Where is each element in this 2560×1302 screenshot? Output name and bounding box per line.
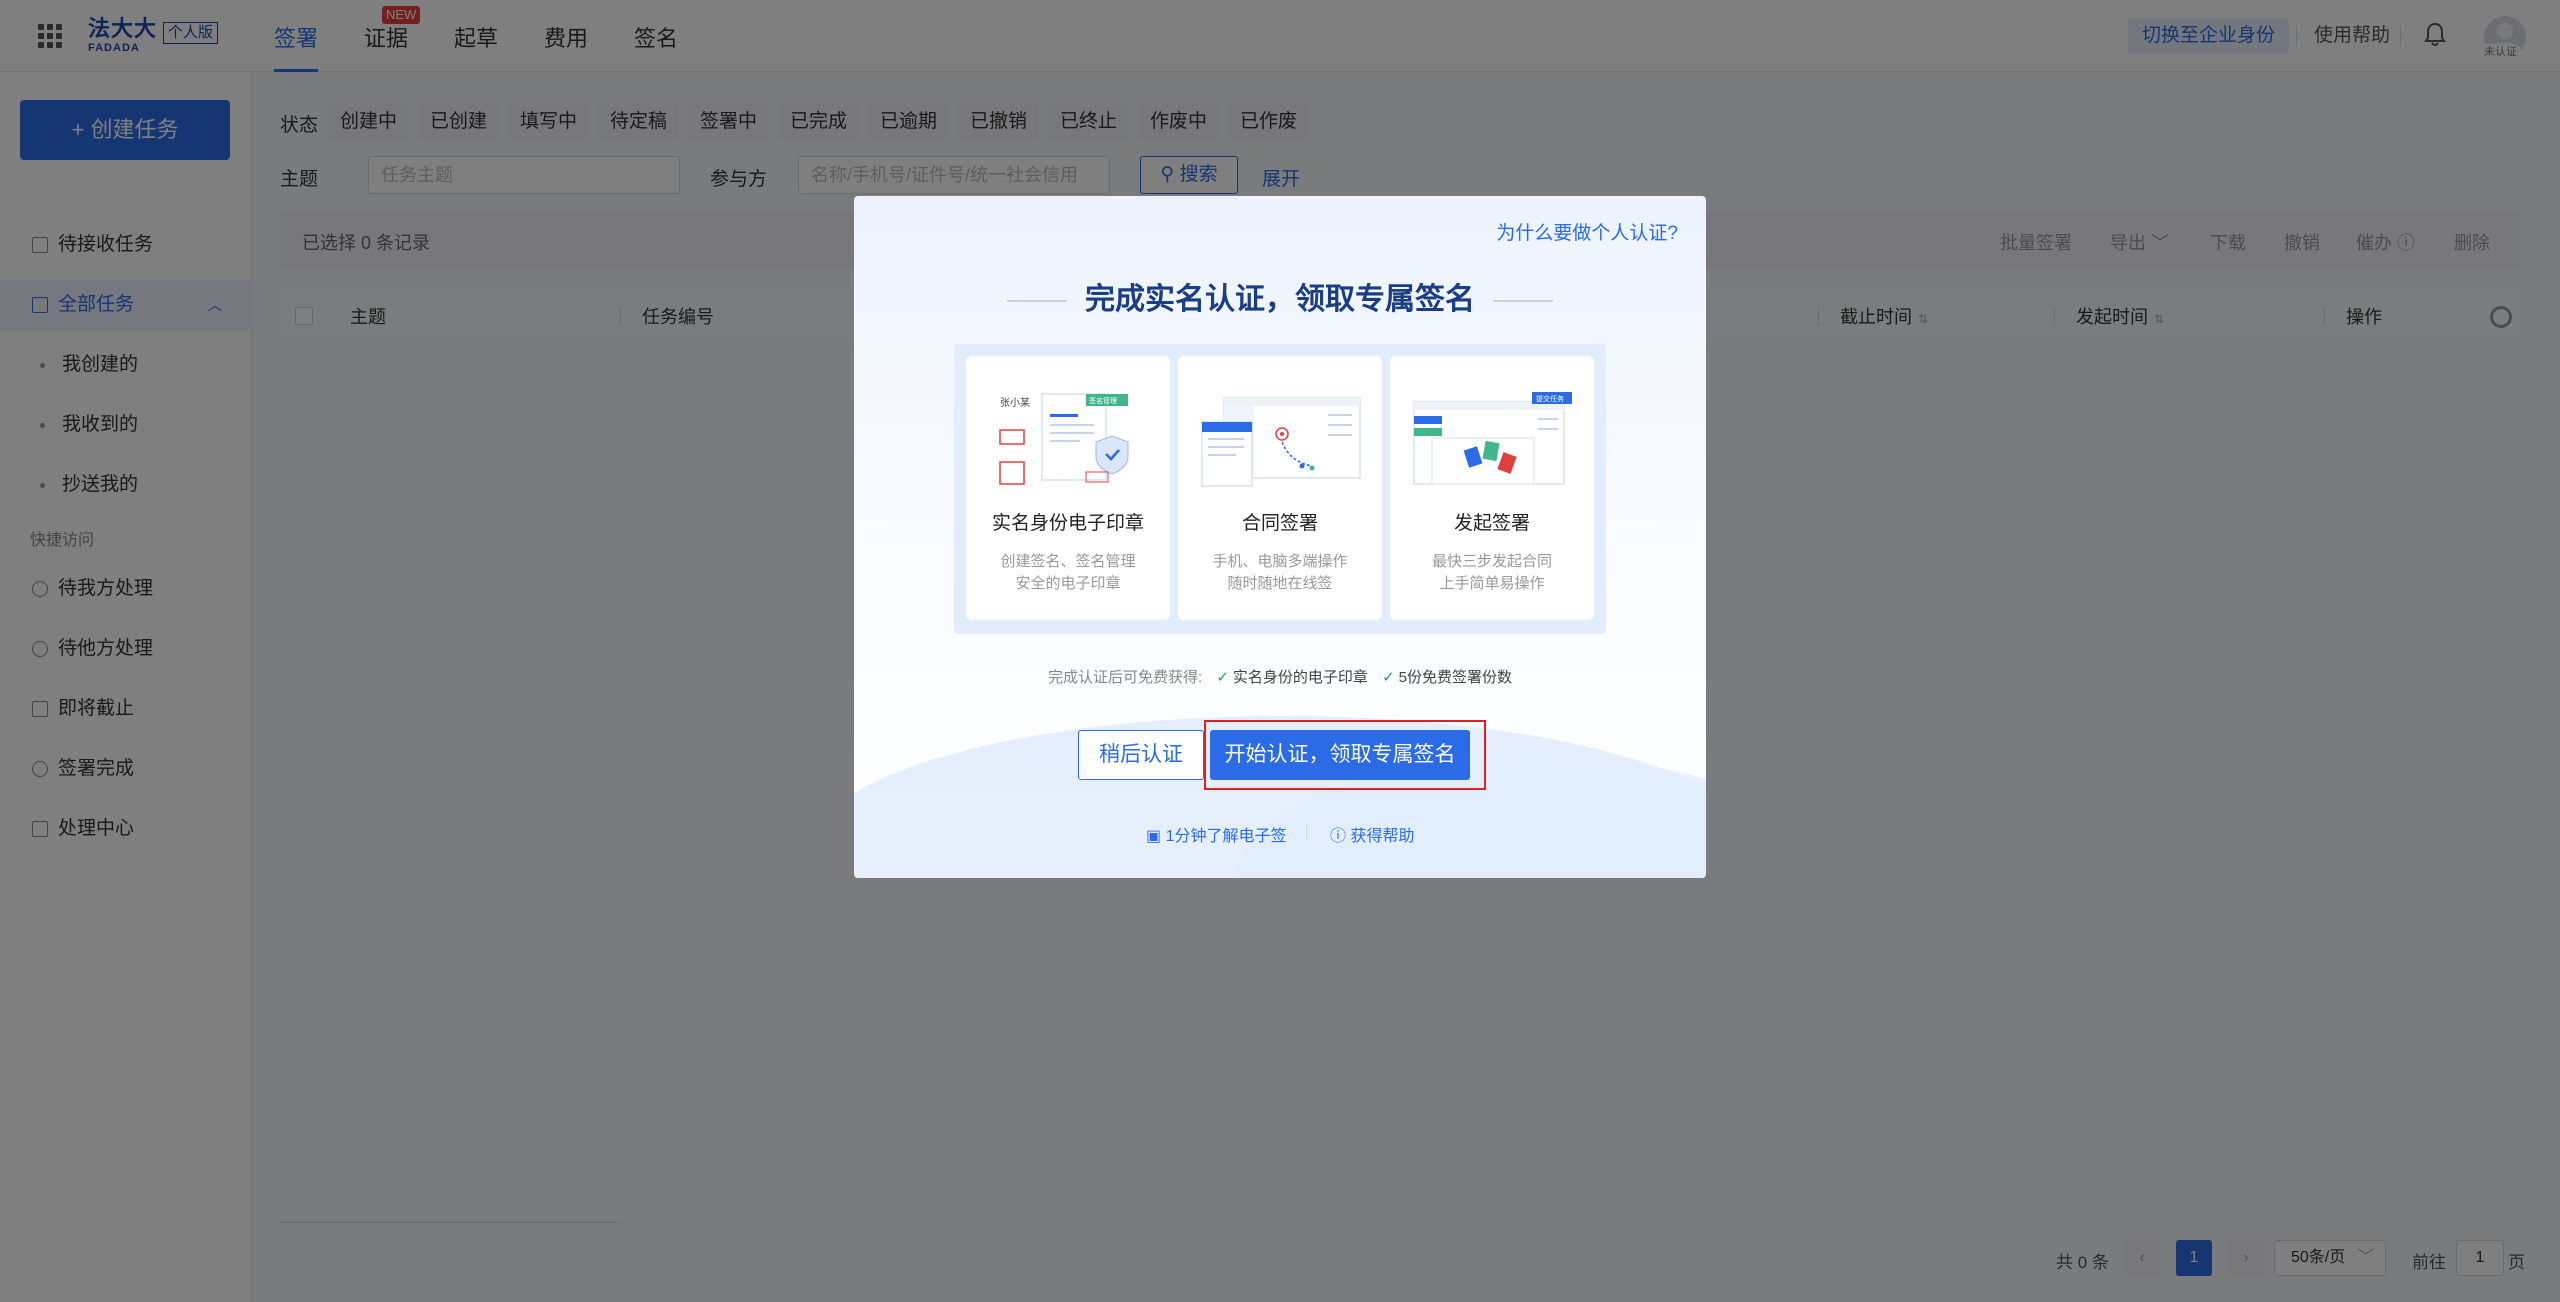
modal-title-text: 完成实名认证，领取专属签名 xyxy=(1085,283,1475,316)
benefits-prefix: 完成认证后可免费获得: xyxy=(1047,669,1203,686)
card-title: 实名身份电子印章 xyxy=(991,513,1144,534)
card-title: 合同签署 xyxy=(1241,513,1318,534)
seal-illustration-icon: 张小某 签名管理 xyxy=(999,393,1129,485)
feature-card-seal: 张小某 签名管理 实名身份电子印章 创建签名、签名管理 安全的电子印章 xyxy=(966,356,1170,620)
verification-modal: 为什么要做个人认证? 完成实名认证，领取专属签名 张小某 签名管理 实名身份电子… xyxy=(854,196,1706,878)
benefits-row: 完成认证后可免费获得: ✓ 实名身份的电子印章 ✓ 5份免费签署份数 xyxy=(854,666,1706,687)
why-verify-link[interactable]: 为什么要做个人认证? xyxy=(1496,218,1678,245)
check-icon: ✓ xyxy=(1216,669,1229,686)
card-desc: 最快三步发起合同 xyxy=(1431,553,1552,570)
benefit-item: 实名身份的电子印章 xyxy=(1232,669,1368,686)
contract-illustration-icon xyxy=(1201,397,1361,487)
verify-later-button[interactable]: 稍后认证 xyxy=(1078,730,1204,780)
learn-esign-link[interactable]: ▣ 1分钟了解电子签 xyxy=(1146,822,1286,846)
feature-card-initiate: 提交任务 发起签署 最快三步发起合同 上手简单易操作 xyxy=(1390,356,1594,620)
divider xyxy=(1306,824,1307,840)
card-tag-text: 提交任务 xyxy=(1536,394,1564,403)
feature-card-contract: 合同签署 手机、电脑多端操作 随时随地在线签 xyxy=(1178,356,1382,620)
title-line xyxy=(1007,300,1067,303)
highlight-box xyxy=(1204,720,1486,790)
sig-sample-text: 张小某 xyxy=(1000,397,1030,409)
book-icon: ▣ xyxy=(1146,828,1162,845)
modal-title: 完成实名认证，领取专属签名 xyxy=(854,274,1706,318)
question-icon: ⓘ xyxy=(1330,828,1347,845)
title-line xyxy=(1493,300,1553,303)
card-desc: 手机、电脑多端操作 xyxy=(1212,553,1348,570)
card-desc: 上手简单易操作 xyxy=(1439,575,1545,592)
check-icon: ✓ xyxy=(1382,669,1395,686)
learn-esign-label: 1分钟了解电子签 xyxy=(1165,828,1287,845)
initiate-illustration-icon: 提交任务 xyxy=(1413,392,1572,485)
card-desc: 随时随地在线签 xyxy=(1227,575,1333,592)
card-desc: 创建签名、签名管理 xyxy=(1000,553,1136,570)
get-help-link[interactable]: ⓘ 获得帮助 xyxy=(1330,822,1414,846)
card-title: 发起签署 xyxy=(1453,513,1530,534)
benefit-item: 5份免费签署份数 xyxy=(1398,669,1513,686)
card-desc: 安全的电子印章 xyxy=(1015,575,1121,592)
get-help-label: 获得帮助 xyxy=(1350,828,1415,845)
card-tag-text: 签名管理 xyxy=(1089,396,1117,405)
